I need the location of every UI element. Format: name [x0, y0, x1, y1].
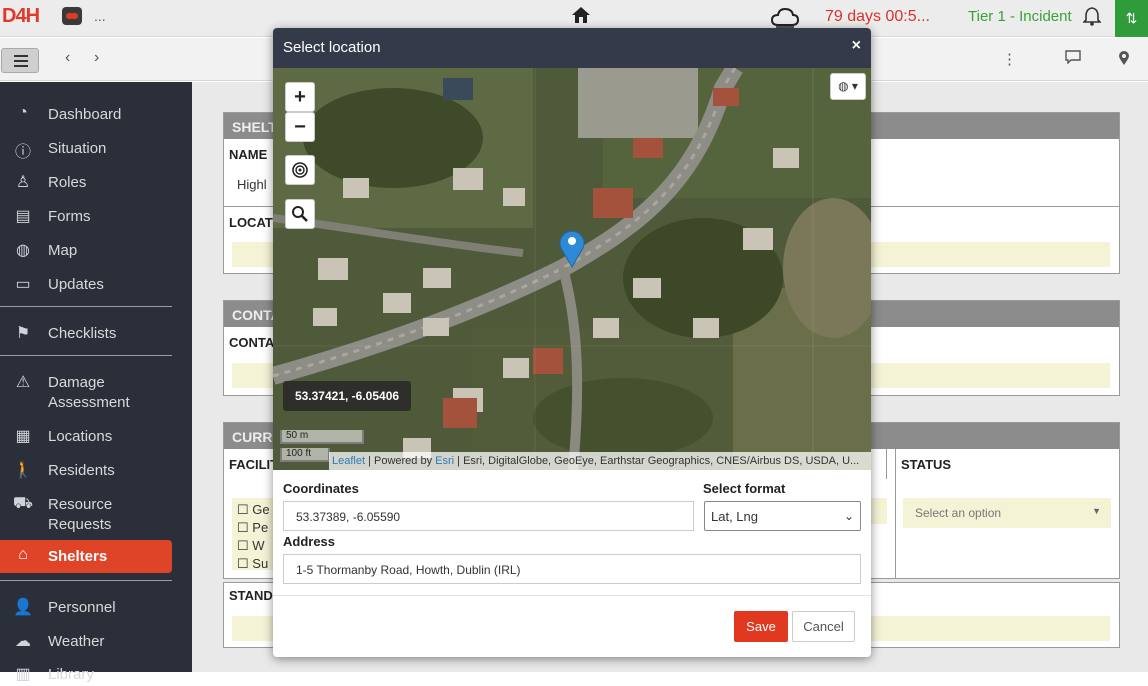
- field-fragment: [870, 498, 887, 524]
- location-label: LOCATI: [229, 215, 277, 230]
- sidebar-item-situation[interactable]: ⓘ Situation: [0, 138, 172, 161]
- zoom-out-button[interactable]: −: [285, 112, 315, 142]
- target-icon: [292, 162, 308, 178]
- more-options-icon[interactable]: ⋮: [1002, 50, 1017, 68]
- satellite-map[interactable]: + − ◍ ▾ 53.37421, -6.05406 50 m 100 ft L…: [273, 68, 871, 470]
- address-label: Address: [283, 534, 336, 549]
- incident-timer[interactable]: 79 days 00:5...: [825, 8, 930, 26]
- sidebar-item-resource-requests[interactable]: ⛟ Resource Requests: [0, 494, 172, 536]
- sidebar-item-locations[interactable]: ▦ Locations: [0, 426, 172, 448]
- divider: [870, 449, 887, 479]
- sidebar-item-updates[interactable]: ▭ Updates: [0, 274, 172, 296]
- search-icon: [292, 206, 308, 222]
- format-label: Select format: [703, 481, 786, 496]
- sidebar-item-damage-assessment[interactable]: ⚠ Damage Assessment: [0, 372, 172, 414]
- divider: [895, 449, 896, 579]
- dashboard-icon: ◔: [18, 104, 28, 121]
- flag-icon: ⚑: [15, 325, 31, 342]
- library-icon: ▥: [15, 666, 31, 683]
- back-arrow-icon[interactable]: ‹: [65, 49, 70, 67]
- app-logo[interactable]: D4H: [2, 5, 40, 28]
- globe-icon: ◍: [16, 242, 30, 259]
- select-location-modal: Select location × + − ◍ ▾ 53.37421, -6.0…: [273, 28, 871, 657]
- forms-icon: ▤: [15, 208, 31, 225]
- sidebar-divider: [0, 580, 172, 581]
- logo-badge-icon: [62, 7, 82, 25]
- checkbox-item[interactable]: ☐ Ge: [237, 502, 270, 518]
- close-icon[interactable]: ×: [852, 37, 861, 55]
- save-button[interactable]: Save: [734, 611, 788, 642]
- scale-bar-metric: 50 m: [280, 430, 364, 444]
- format-select[interactable]: Lat, Lng ⌄: [704, 501, 861, 531]
- sidebar-item-roles[interactable]: ♙ Roles: [0, 172, 172, 194]
- location-pin-icon[interactable]: [1118, 50, 1130, 70]
- name-value[interactable]: Highl: [237, 177, 267, 192]
- sidebar-item-forms[interactable]: ▤ Forms: [0, 206, 172, 228]
- checkbox-item[interactable]: ☐ W: [237, 538, 265, 554]
- map-attribution: Leaflet | Powered by Esri | Esri, Digita…: [329, 452, 871, 470]
- status-select[interactable]: Select an option ▼: [903, 498, 1111, 528]
- sort-toggle-button[interactable]: ⇅: [1115, 0, 1148, 37]
- locate-me-button[interactable]: [285, 155, 315, 185]
- hamburger-menu-icon[interactable]: [1, 48, 39, 73]
- zoom-in-button[interactable]: +: [285, 82, 315, 112]
- warning-icon: ⚠: [15, 374, 31, 391]
- checkbox-item[interactable]: ☐ Su: [237, 556, 268, 572]
- user-icon: 👤: [13, 599, 33, 616]
- comment-icon[interactable]: [1065, 50, 1081, 68]
- home-icon: ⌂: [18, 546, 28, 563]
- modal-header: Select location ×: [273, 28, 871, 68]
- home-icon[interactable]: [571, 6, 591, 27]
- sidebar-divider: [0, 355, 172, 356]
- scale-bar-imperial: 100 ft: [280, 448, 330, 462]
- chat-icon: ▭: [15, 276, 31, 293]
- incident-tier[interactable]: Tier 1 - Incident: [968, 8, 1072, 25]
- sidebar-item-residents[interactable]: 🚶 Residents: [0, 460, 172, 482]
- map-search-button[interactable]: [285, 199, 315, 229]
- chevron-down-icon: ⌄: [843, 509, 854, 523]
- facilities-label: FACILIT: [229, 457, 279, 472]
- truck-icon: ⛟: [12, 495, 34, 512]
- coordinates-input[interactable]: 53.37389, -6.05590: [283, 501, 694, 531]
- leaflet-link[interactable]: Leaflet: [332, 455, 365, 467]
- sidebar-item-library[interactable]: ▥ Library: [0, 664, 172, 686]
- bell-icon[interactable]: [1082, 6, 1102, 29]
- sidebar-item-checklists[interactable]: ⚑ Checklists: [0, 323, 172, 345]
- status-label: STATUS: [901, 457, 952, 472]
- chevron-down-icon: ▼: [1092, 506, 1101, 516]
- cancel-button[interactable]: Cancel: [792, 611, 855, 642]
- modal-title: Select location: [283, 39, 381, 56]
- info-icon: ⓘ: [14, 144, 31, 161]
- sidebar-divider: [0, 306, 172, 307]
- esri-link[interactable]: Esri: [435, 455, 454, 467]
- standing-label: STANDI: [229, 588, 277, 603]
- layer-switcher-button[interactable]: ◍ ▾: [830, 73, 866, 100]
- weather-icon: ☁: [15, 633, 31, 650]
- sidebar-item-personnel[interactable]: 👤 Personnel: [0, 597, 172, 619]
- name-label: NAME: [229, 147, 268, 162]
- address-input[interactable]: 1-5 Thormanby Road, Howth, Dublin (IRL): [283, 554, 861, 584]
- sidebar-item-map[interactable]: ◍ Map: [0, 240, 172, 262]
- sidebar-item-weather[interactable]: ☁ Weather: [0, 631, 172, 653]
- sidebar: ◔ Dashboard ⓘ Situation ♙ Roles ▤ Forms ◍ Map…: [0, 82, 192, 683]
- header-menu-dots[interactable]: ...: [94, 8, 106, 24]
- roles-icon: ♙: [15, 174, 31, 191]
- sidebar-item-shelters[interactable]: ⌂ Shelters: [0, 540, 172, 573]
- modal-footer-divider: [273, 595, 871, 596]
- coordinates-label: Coordinates: [283, 481, 359, 496]
- map-marker-icon[interactable]: [558, 228, 586, 271]
- forward-arrow-icon[interactable]: ›: [94, 49, 99, 67]
- checkbox-item[interactable]: ☐ Pe: [237, 520, 268, 536]
- sidebar-item-dashboard[interactable]: ◔ Dashboard: [0, 104, 172, 126]
- building-icon: ▦: [15, 428, 31, 445]
- person-icon: 🚶: [13, 462, 33, 479]
- coordinate-popup: 53.37421, -6.05406: [283, 381, 411, 411]
